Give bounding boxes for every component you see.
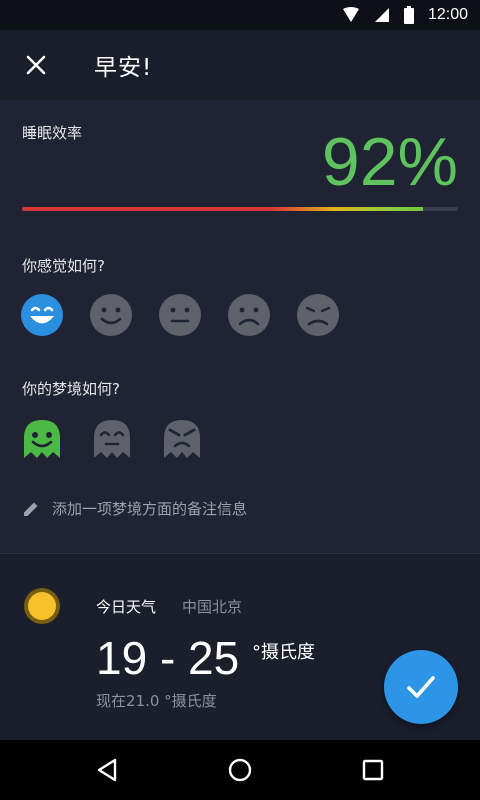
mood-selector: [20, 293, 340, 337]
mood-option-sad[interactable]: [296, 293, 340, 337]
current-temperature: 现在21.0 °摄氏度: [96, 692, 217, 710]
neutral-ghost-icon: [94, 420, 130, 458]
status-time: 12:00: [427, 6, 468, 23]
back-button[interactable]: [77, 740, 137, 800]
close-icon: [26, 55, 46, 75]
sun-icon: [24, 588, 60, 624]
status-bar: 12:00: [0, 0, 480, 30]
confirm-button[interactable]: [384, 650, 458, 724]
home-icon: [228, 758, 252, 782]
angry-ghost-icon: [164, 420, 200, 458]
frown-face-icon: [228, 294, 270, 336]
app-bar: 早安!: [0, 30, 480, 100]
dream-question: 你的梦境如何?: [22, 380, 120, 398]
dream-option-good[interactable]: [22, 418, 62, 460]
weather-title: 今日天气: [96, 598, 157, 616]
very-happy-face-icon: [21, 294, 63, 336]
add-dream-note-label: 添加一项梦境方面的备注信息: [52, 500, 248, 518]
sleep-efficiency-value: 92%: [321, 124, 458, 200]
sleep-efficiency-label: 睡眠效率: [22, 124, 83, 142]
mood-option-neutral[interactable]: [158, 293, 202, 337]
weather-location: 中国北京: [182, 598, 243, 616]
page-title: 早安!: [94, 55, 153, 81]
add-dream-note-button[interactable]: 添加一项梦境方面的备注信息: [22, 498, 247, 519]
mood-option-happy[interactable]: [89, 293, 133, 337]
sleep-efficiency-bar-fill: [22, 207, 424, 211]
temperature-unit: °摄氏度: [252, 642, 315, 663]
mood-option-very-happy[interactable]: [20, 293, 64, 337]
close-button[interactable]: [0, 30, 72, 100]
dream-selector: [22, 418, 202, 460]
pencil-icon: [24, 502, 38, 516]
sad-face-icon: [297, 294, 339, 336]
battery-icon: [403, 6, 414, 24]
wifi-icon: [342, 7, 359, 22]
recents-icon: [363, 759, 384, 781]
dream-option-bad[interactable]: [162, 418, 202, 460]
sleep-efficiency-bar: [22, 207, 458, 211]
happy-ghost-icon: [24, 420, 60, 458]
recents-button[interactable]: [343, 740, 403, 800]
back-icon: [97, 758, 116, 782]
check-icon: [407, 676, 435, 698]
dream-option-neutral[interactable]: [92, 418, 132, 460]
mood-question: 你感觉如何?: [22, 257, 105, 275]
temperature-range: 19 - 25: [96, 632, 240, 684]
smile-face-icon: [90, 294, 132, 336]
sleep-review-panel: 睡眠效率 92% 你感觉如何? 你的梦境如何? 添加一项梦境方面的备注信息: [0, 100, 480, 553]
home-button[interactable]: [210, 740, 270, 800]
navigation-bar: [0, 740, 480, 800]
mood-option-unhappy[interactable]: [227, 293, 271, 337]
weather-card: 今日天气 中国北京 19 - 25 °摄氏度 现在21.0 °摄氏度: [0, 554, 480, 740]
neutral-face-icon: [159, 294, 201, 336]
signal-icon: [374, 8, 389, 22]
